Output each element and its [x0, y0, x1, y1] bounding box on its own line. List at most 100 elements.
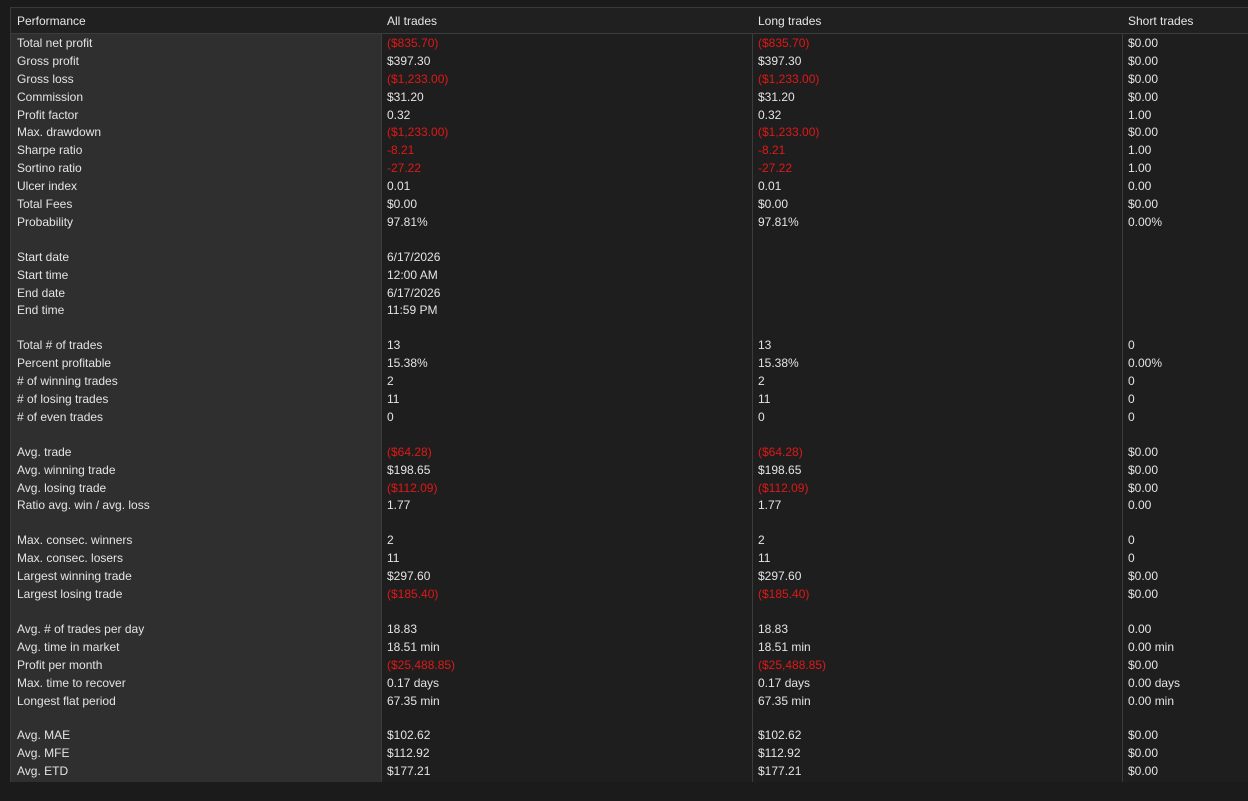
table-row[interactable]: Avg. ETD $177.21 $177.21 $0.00: [11, 763, 1248, 781]
table-row[interactable]: Gross loss ($1,233.00) ($1,233.00) $0.00: [11, 71, 1248, 89]
row-label: Avg. MFE: [17, 746, 70, 761]
row-value-all: ($112.09): [387, 480, 438, 495]
table-row[interactable]: End time 11:59 PM: [11, 302, 1248, 320]
table-row[interactable]: End date 6/17/2026: [11, 285, 1248, 303]
row-value-short: $0.00: [1128, 764, 1159, 779]
row-value-short: 0: [1128, 374, 1135, 389]
table-row[interactable]: # of winning trades 2 2 0: [11, 373, 1248, 391]
row-value-all: -8.21: [387, 143, 415, 158]
table-row[interactable]: Avg. MFE $112.92 $112.92 $0.00: [11, 745, 1248, 763]
header-all-trades[interactable]: All trades: [381, 8, 437, 34]
table-row[interactable]: Longest flat period 67.35 min 67.35 min 0.0…: [11, 693, 1248, 711]
row-value-short: $0.00: [1128, 125, 1159, 140]
row-value-long: 67.35 min: [758, 693, 811, 708]
row-value-short: $0.00: [1128, 53, 1159, 68]
table-row[interactable]: Start date 6/17/2026: [11, 249, 1248, 267]
row-value-short: $0.00: [1128, 462, 1159, 477]
row-spacer: [11, 232, 1248, 249]
row-label: Avg. winning trade: [17, 462, 116, 477]
table-row[interactable]: Sortino ratio -27.22 -27.22 1.00: [11, 160, 1248, 178]
table-row[interactable]: # of losing trades 11 11 0: [11, 391, 1248, 409]
row-value-long: 0.17 days: [758, 675, 811, 690]
table-row[interactable]: Avg. winning trade $198.65 $198.65 $0.00: [11, 462, 1248, 480]
table-row[interactable]: Start time 12:00 AM: [11, 267, 1248, 285]
row-label: Max. time to recover: [17, 675, 126, 690]
row-label: End date: [17, 285, 66, 300]
table-row[interactable]: Avg. losing trade ($112.09) ($112.09) $0.00: [11, 480, 1248, 498]
table-row[interactable]: Avg. MAE $102.62 $102.62 $0.00: [11, 727, 1248, 745]
row-label: Total # of trades: [17, 338, 103, 353]
row-spacer: [11, 710, 1248, 727]
table-row[interactable]: # of even trades 0 0 0: [11, 409, 1248, 427]
header-long-trades[interactable]: Long trades: [752, 8, 821, 34]
row-value-short: $0.00: [1128, 444, 1159, 459]
row-value-long: ($25,488.85): [758, 657, 827, 672]
row-spacer: [11, 515, 1248, 532]
row-value-long: ($185.40): [758, 587, 810, 602]
row-value-short: [1122, 249, 1128, 267]
row-value-short: 0.00 min: [1128, 639, 1175, 654]
row-label: Total net profit: [17, 36, 93, 50]
row-value-long: 0.01: [758, 179, 782, 194]
table-row[interactable]: Max. consec. winners 2 2 0: [11, 532, 1248, 550]
table-row[interactable]: Percent profitable 15.38% 15.38% 0.00%: [11, 355, 1248, 373]
table-row[interactable]: Probability 97.81% 97.81% 0.00%: [11, 214, 1248, 232]
row-spacer: [11, 604, 1248, 621]
row-spacer: [11, 427, 1248, 444]
table-row[interactable]: Max. consec. losers 11 11 0: [11, 550, 1248, 568]
table-row[interactable]: Profit factor 0.32 0.32 1.00: [11, 107, 1248, 125]
table-row[interactable]: Ratio avg. win / avg. loss 1.77 1.77 0.00: [11, 497, 1248, 515]
table-row[interactable]: Max. drawdown ($1,233.00) ($1,233.00) $0.00: [11, 124, 1248, 142]
row-label: # of winning trades: [17, 374, 118, 389]
row-value-short: 0.00 min: [1128, 693, 1175, 708]
row-label: Max. consec. winners: [17, 533, 133, 548]
row-value-all: 13: [387, 338, 401, 353]
row-value-short: $0.00: [1128, 657, 1159, 672]
row-value-short: $0.00: [1128, 746, 1159, 761]
header-short-trades[interactable]: Short trades: [1122, 8, 1193, 34]
row-value-all: $112.92: [387, 746, 430, 761]
table-row[interactable]: Largest winning trade $297.60 $297.60 $0.00: [11, 568, 1248, 586]
row-value-long: 15.38%: [758, 356, 799, 371]
row-value-all: $31.20: [387, 89, 424, 104]
table-row[interactable]: Largest losing trade ($185.40) ($185.40) $0…: [11, 586, 1248, 604]
row-value-short: 0.00: [1128, 179, 1152, 194]
row-value-long: 18.83: [758, 621, 789, 636]
table-row[interactable]: Total # of trades 13 13 0: [11, 337, 1248, 355]
table-row[interactable]: Avg. time in market 18.51 min 18.51 min 0.0…: [11, 639, 1248, 657]
row-label: Sharpe ratio: [17, 143, 83, 158]
table-row[interactable]: Total net profit ($835.70) ($835.70) $0.00: [11, 35, 1248, 53]
row-label: Commission: [17, 89, 84, 104]
row-value-short: 1.00: [1128, 143, 1152, 158]
row-value-short: 0: [1128, 533, 1135, 548]
table-row[interactable]: Avg. trade ($64.28) ($64.28) $0.00: [11, 444, 1248, 462]
row-value-long: $102.62: [758, 728, 802, 743]
row-label: Avg. ETD: [17, 764, 69, 779]
header-performance[interactable]: Performance: [11, 8, 86, 34]
table-row[interactable]: Avg. # of trades per day 18.83 18.83 0.00: [11, 621, 1248, 639]
row-label: Gross loss: [17, 71, 74, 86]
row-label: Avg. trade: [17, 444, 72, 459]
row-value-short: 0: [1128, 338, 1135, 353]
row-value-short: 0: [1128, 409, 1135, 424]
row-value-all: 12:00 AM: [387, 267, 438, 282]
row-value-all: ($1,233.00): [387, 71, 449, 86]
table-row[interactable]: Max. time to recover 0.17 days 0.17 days 0.…: [11, 675, 1248, 693]
row-value-short: 0: [1128, 392, 1135, 407]
table-row[interactable]: Gross profit $397.30 $397.30 $0.00: [11, 53, 1248, 71]
row-value-all: $198.65: [387, 462, 431, 477]
row-value-long: 0: [758, 409, 765, 424]
row-label: Gross profit: [17, 53, 80, 68]
row-value-long: $397.30: [758, 53, 802, 68]
table-row[interactable]: Total Fees $0.00 $0.00 $0.00: [11, 196, 1248, 214]
table-row[interactable]: Sharpe ratio -8.21 -8.21 1.00: [11, 142, 1248, 160]
table-row[interactable]: Commission $31.20 $31.20 $0.00: [11, 89, 1248, 107]
row-value-all: ($1,233.00): [387, 125, 449, 140]
row-value-long: 1.77: [758, 498, 782, 513]
table-row[interactable]: Ulcer index 0.01 0.01 0.00: [11, 178, 1248, 196]
table-row[interactable]: Profit per month ($25,488.85) ($25,488.85)…: [11, 657, 1248, 675]
row-label: Largest winning trade: [17, 569, 132, 584]
row-value-short: 0.00: [1128, 621, 1152, 636]
row-value-short: $0.00: [1128, 36, 1159, 50]
row-label: Start date: [17, 249, 70, 264]
